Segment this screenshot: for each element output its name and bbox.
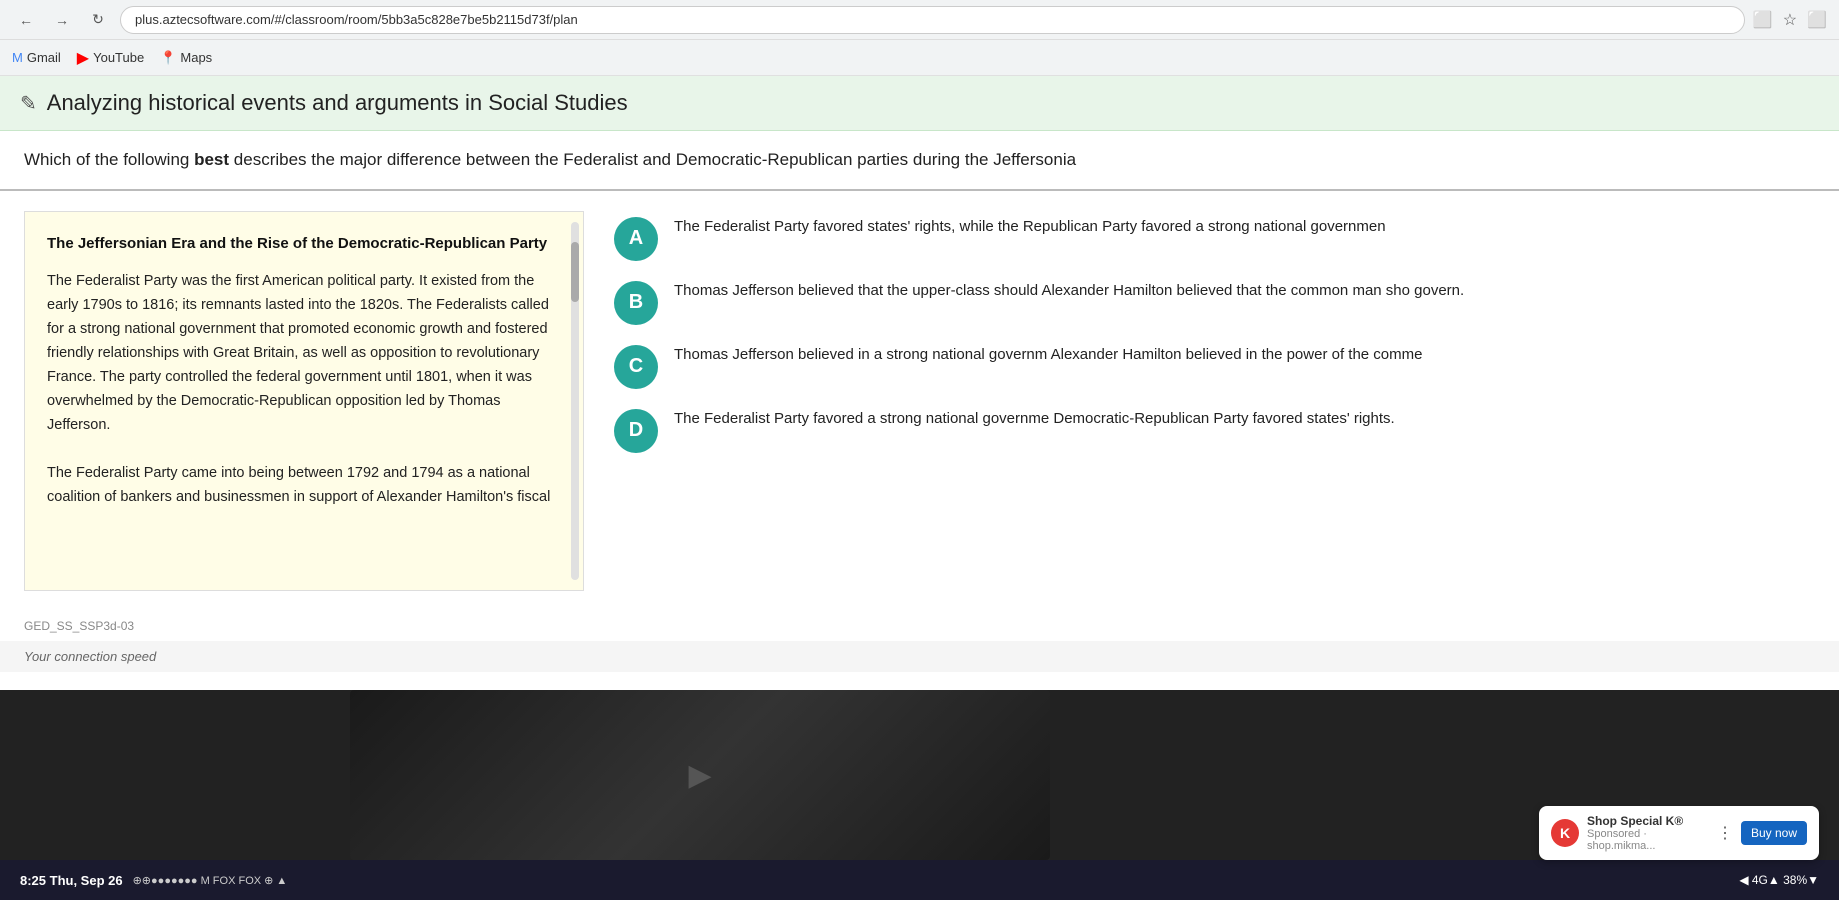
ad-text: Shop Special K® Sponsored · shop.mikma..… bbox=[1587, 814, 1709, 852]
question-text-bold: best bbox=[194, 150, 229, 169]
question-text-pre: Which of the following bbox=[24, 150, 194, 169]
buy-now-button[interactable]: Buy now bbox=[1741, 821, 1807, 845]
answer-circle-d[interactable]: D bbox=[614, 409, 658, 453]
page-header: ✎ Analyzing historical events and argume… bbox=[0, 76, 1839, 131]
more-icon[interactable]: ⋮ bbox=[1717, 823, 1733, 843]
answer-circle-b[interactable]: B bbox=[614, 281, 658, 325]
cast-icon: ⬜ bbox=[1753, 10, 1773, 30]
question-text-post: describes the major difference between t… bbox=[229, 150, 1076, 169]
back-button[interactable]: ← bbox=[12, 6, 40, 34]
video-inner: ▶ bbox=[350, 690, 1050, 860]
time-display: 8:25 Thu, Sep 26 bbox=[20, 873, 123, 888]
question-container: Which of the following best describes th… bbox=[0, 131, 1839, 191]
passage-paragraph-2: The Federalist Party came into being bet… bbox=[47, 462, 561, 510]
main-content: The Jeffersonian Era and the Rise of the… bbox=[0, 191, 1839, 611]
answer-option-c[interactable]: C Thomas Jefferson believed in a strong … bbox=[614, 343, 1815, 389]
connection-bar: Your connection speed bbox=[0, 641, 1839, 672]
standard-label: GED_SS_SSP3d-03 bbox=[24, 619, 134, 633]
answer-option-d[interactable]: D The Federalist Party favored a strong … bbox=[614, 407, 1815, 453]
page-footer: GED_SS_SSP3d-03 bbox=[0, 611, 1839, 641]
ad-logo: K bbox=[1551, 819, 1579, 847]
scrollbar-thumb[interactable] bbox=[571, 242, 579, 302]
youtube-label: YouTube bbox=[93, 50, 144, 65]
passage-box[interactable]: The Jeffersonian Era and the Rise of the… bbox=[24, 211, 584, 591]
maps-icon: 📍 bbox=[160, 50, 176, 66]
bookmark-gmail[interactable]: M Gmail bbox=[12, 50, 61, 65]
page-title: Analyzing historical events and argument… bbox=[47, 90, 628, 116]
notification-overlay: ▶ K Shop Special K® Sponsored · shop.mik… bbox=[0, 690, 1839, 900]
ad-title: Shop Special K® bbox=[1587, 814, 1709, 828]
answer-option-b[interactable]: B Thomas Jefferson believed that the upp… bbox=[614, 279, 1815, 325]
passage-title: The Jeffersonian Era and the Rise of the… bbox=[47, 232, 561, 257]
bookmark-youtube[interactable]: ▶ YouTube bbox=[77, 48, 144, 68]
gmail-label: Gmail bbox=[27, 50, 61, 65]
gmail-icon: M bbox=[12, 50, 23, 65]
url-bar[interactable] bbox=[120, 6, 1745, 34]
browser-chrome: ← → ↻ ⬜ ☆ ⬜ bbox=[0, 0, 1839, 40]
status-icons: ⊕⊕●●●●●●● M FOX FOX ⊕ ▲ bbox=[133, 874, 288, 887]
answer-text-d: The Federalist Party favored a strong na… bbox=[674, 407, 1815, 430]
answer-text-b: Thomas Jefferson believed that the upper… bbox=[674, 279, 1815, 302]
answer-option-a[interactable]: A The Federalist Party favored states' r… bbox=[614, 215, 1815, 261]
notification-bar: 8:25 Thu, Sep 26 ⊕⊕●●●●●●● M FOX FOX ⊕ ▲… bbox=[0, 860, 1839, 900]
bookmarks-bar: M Gmail ▶ YouTube 📍 Maps bbox=[0, 40, 1839, 76]
ad-subtitle: Sponsored · shop.mikma... bbox=[1587, 828, 1709, 852]
forward-button[interactable]: → bbox=[48, 6, 76, 34]
scrollbar-track bbox=[571, 222, 579, 580]
maps-label: Maps bbox=[180, 50, 212, 65]
bookmark-maps[interactable]: 📍 Maps bbox=[160, 50, 212, 66]
answers-area: A The Federalist Party favored states' r… bbox=[614, 211, 1815, 591]
signal-info: ◀ 4G▲ 38%▼ bbox=[1739, 873, 1819, 887]
video-area: ▶ bbox=[350, 690, 1050, 860]
browser-action-icons: ⬜ ☆ ⬜ bbox=[1753, 10, 1827, 30]
star-icon[interactable]: ☆ bbox=[1783, 10, 1797, 30]
answer-circle-c[interactable]: C bbox=[614, 345, 658, 389]
page-title-icon: ✎ bbox=[20, 91, 37, 116]
answer-circle-a[interactable]: A bbox=[614, 217, 658, 261]
ad-notification: K Shop Special K® Sponsored · shop.mikma… bbox=[1539, 806, 1819, 860]
answer-text-a: The Federalist Party favored states' rig… bbox=[674, 215, 1815, 238]
youtube-icon: ▶ bbox=[77, 48, 89, 68]
menu-icon[interactable]: ⬜ bbox=[1807, 10, 1827, 30]
connection-text: Your connection speed bbox=[24, 649, 156, 664]
reload-button[interactable]: ↻ bbox=[84, 6, 112, 34]
passage-paragraph-1: The Federalist Party was the first Ameri… bbox=[47, 270, 561, 437]
answer-text-c: Thomas Jefferson believed in a strong na… bbox=[674, 343, 1815, 366]
